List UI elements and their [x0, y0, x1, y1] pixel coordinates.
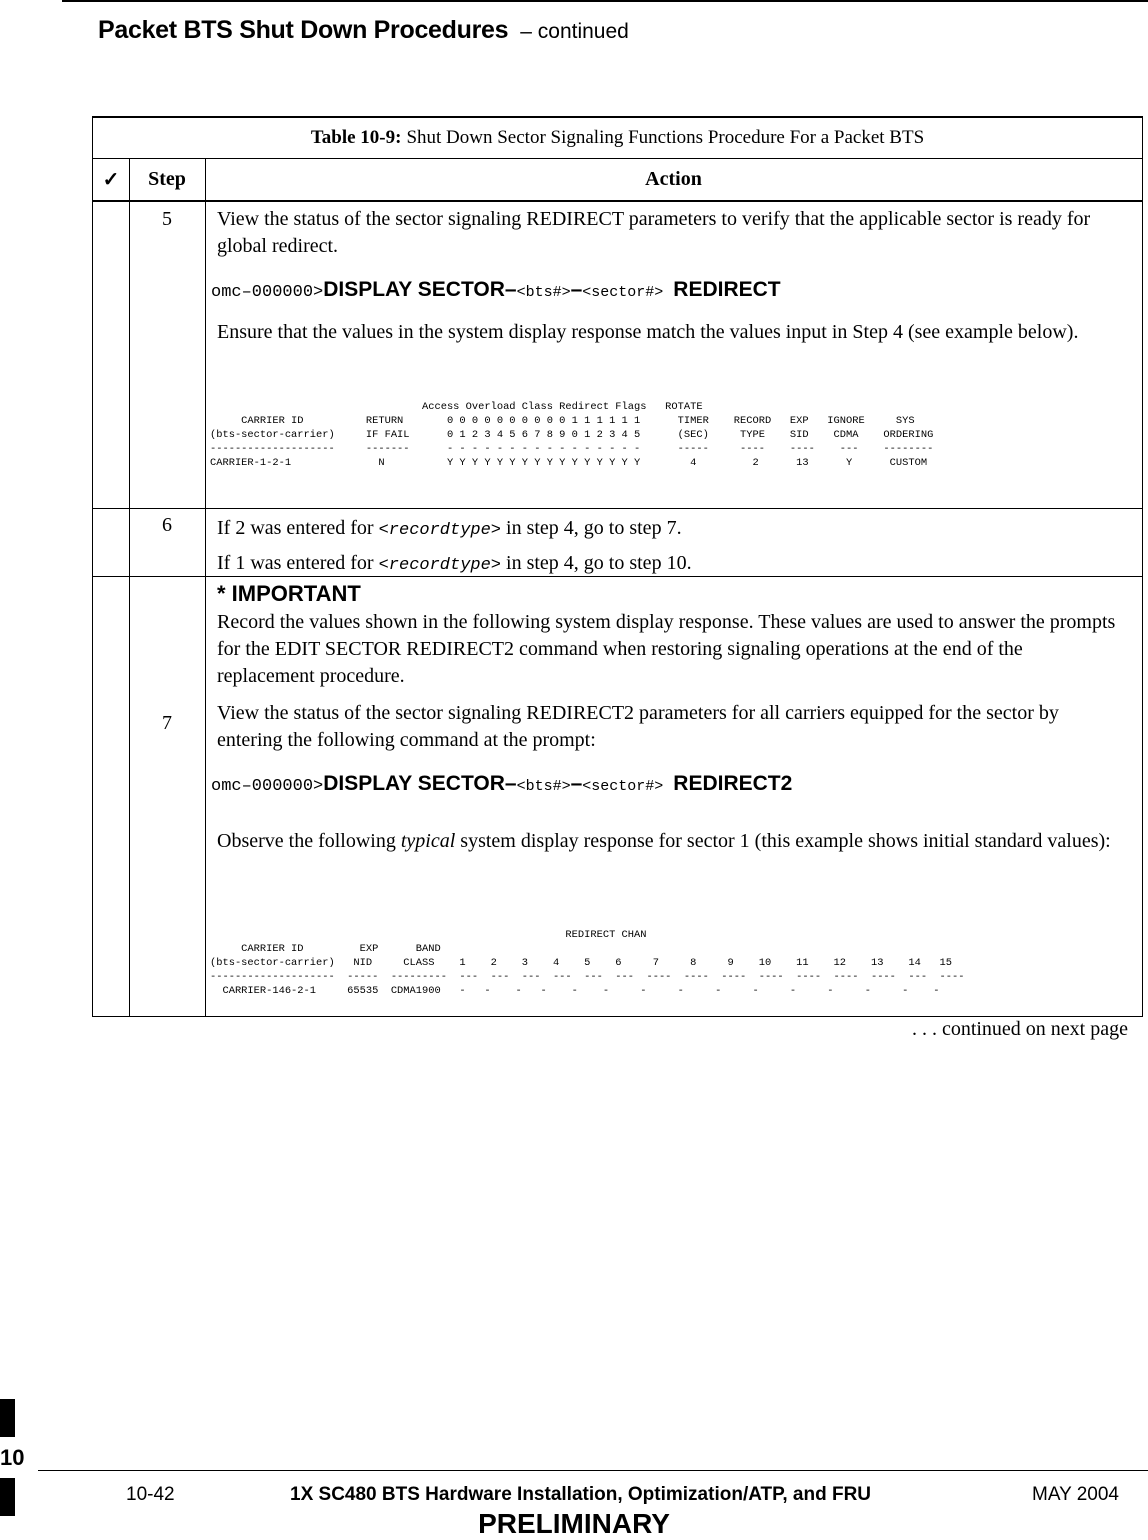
step-number: 7: [162, 712, 172, 734]
chapter-number: 10: [0, 1445, 25, 1470]
preliminary-label: PRELIMINARY: [478, 1508, 670, 1539]
text: in step 4, go to step 10.: [501, 552, 692, 574]
text: Observe the following: [217, 830, 401, 852]
table-row-step-7: 7 * IMPORTANT Record the values shown in…: [93, 576, 1142, 1017]
recordtype-code: <recordtype>: [378, 521, 502, 540]
command-prompt: omc–000000>: [211, 283, 324, 302]
step-number: 5: [162, 208, 172, 230]
command-line: omc–000000>DISPLAY SECTOR–<bts#>–<sector…: [211, 276, 1122, 306]
step-action: * IMPORTANT Record the values shown in t…: [211, 580, 1122, 855]
step-text: Observe the following typical system dis…: [217, 828, 1122, 855]
step-action: View the status of the sector signaling …: [211, 206, 1122, 346]
command-keyword: DISPLAY SECTOR–: [323, 772, 517, 795]
recordtype-code: <recordtype>: [378, 556, 502, 575]
command-arg-bts: <bts#>: [516, 778, 571, 795]
step-text: Ensure that the values in the system dis…: [217, 321, 1079, 343]
text: system display response for sector 1 (th…: [455, 830, 1111, 852]
page-title: Packet BTS Shut Down Procedures: [98, 16, 509, 44]
step-number: 6: [162, 514, 172, 536]
document-date: MAY 2004: [1032, 1484, 1119, 1505]
command-prompt: omc–000000>: [211, 777, 324, 796]
table-caption: Table 10-9: Shut Down Sector Signaling F…: [93, 118, 1142, 159]
step-action: If 2 was entered for <recordtype> in ste…: [217, 512, 1122, 582]
command-arg-sector: <sector#>: [582, 778, 664, 795]
chapter-tab-marker: [0, 1399, 15, 1437]
column-header-action: Action: [645, 167, 702, 190]
footer-rule: [38, 1470, 1148, 1471]
procedure-table: Table 10-9: Shut Down Sector Signaling F…: [92, 116, 1143, 1017]
command-keyword: DISPLAY SECTOR–: [323, 278, 517, 301]
text: If 1 was entered for: [217, 552, 379, 574]
page-header: Packet BTS Shut Down Procedures – continu…: [98, 16, 629, 45]
emphasis: typical: [400, 830, 456, 852]
step-text: If 2 was entered for <recordtype> in ste…: [217, 512, 1122, 547]
command-arg-sector: <sector#>: [582, 284, 664, 301]
page-subtitle: – continued: [520, 20, 629, 43]
important-text: Record the values shown in the following…: [217, 611, 1116, 687]
table-caption-label: Table 10-9:: [310, 127, 402, 148]
text: If 2 was entered for: [217, 517, 379, 539]
command-dash: –: [570, 278, 583, 301]
command-line: omc–000000>DISPLAY SECTOR–<bts#>–<sector…: [211, 770, 1122, 800]
text: in step 4, go to step 7.: [501, 517, 682, 539]
continued-note: . . . continued on next page: [911, 1018, 1128, 1040]
top-rule: [62, 0, 1148, 2]
command-arg-bts: <bts#>: [516, 284, 571, 301]
column-header-step: Step: [148, 167, 186, 190]
checkmark-icon: ✓: [102, 168, 120, 191]
important-heading: * IMPORTANT: [217, 581, 361, 606]
step-text: View the status of the sector signaling …: [217, 208, 1091, 257]
page-number: 10-42: [126, 1484, 175, 1505]
table-header-row: ✓ Step Action: [93, 158, 1142, 202]
document-title: 1X SC480 BTS Hardware Installation, Opti…: [290, 1484, 872, 1505]
table-row-step-6: 6 If 2 was entered for <recordtype> in s…: [93, 508, 1142, 577]
table-row-step-5: 5 View the status of the sector signalin…: [93, 202, 1142, 509]
system-output-redirect2: REDIRECT CHAN CARRIER ID EXP BAND (bts-s…: [210, 929, 965, 997]
step-text: View the status of the sector signaling …: [217, 702, 1059, 751]
command-tail: REDIRECT2: [673, 772, 793, 795]
command-tail: REDIRECT: [673, 278, 781, 301]
command-dash: –: [570, 772, 583, 795]
table-caption-text: Shut Down Sector Signaling Functions Pro…: [406, 127, 925, 148]
system-output-redirect: Access Overload Class Redirect Flags ROT…: [210, 401, 934, 469]
